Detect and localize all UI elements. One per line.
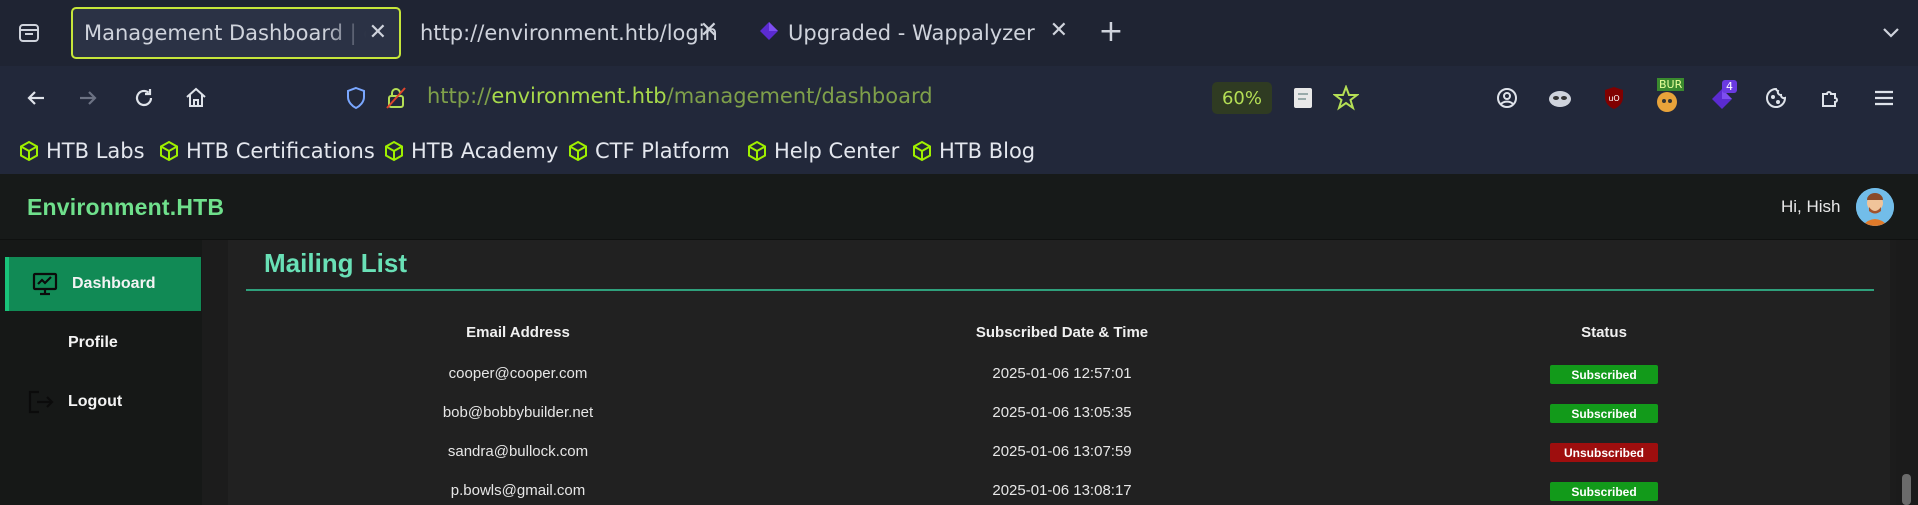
sidebar-item-logout[interactable]: Logout xyxy=(5,375,201,429)
insecure-lock-icon[interactable] xyxy=(385,86,407,114)
burp-badge: BUR xyxy=(1657,78,1685,91)
firefox-view-icon[interactable] xyxy=(14,18,44,48)
app-header: Environment.HTB Hi, Hish xyxy=(0,174,1918,240)
bookmark-htb-certifications[interactable]: HTB Certifications xyxy=(158,136,375,166)
tab-label: Management Dashboard | en xyxy=(84,21,366,45)
htb-cube-icon xyxy=(913,140,931,162)
url-text: http://environment.htb/management/dashbo… xyxy=(427,84,933,108)
sidebar-item-label: Logout xyxy=(68,393,123,410)
date-cell: 2025-01-06 13:08:17 xyxy=(992,482,1132,499)
tab-wappalyzer[interactable]: Upgraded - Wappalyzer ✕ xyxy=(750,7,1080,59)
close-tab-icon[interactable]: ✕ xyxy=(1050,19,1068,43)
tab-login[interactable]: http://environment.htb/login ✕ xyxy=(410,7,730,59)
url-path: /management/dashboard xyxy=(666,84,933,108)
date-cell: 2025-01-06 13:05:35 xyxy=(992,404,1132,421)
column-header-status: Status xyxy=(1581,324,1627,341)
bookmark-star-icon[interactable] xyxy=(1332,84,1360,115)
bookmarks-toolbar: HTB Labs HTB Certifications HTB Academy … xyxy=(0,130,1918,174)
htb-cube-icon xyxy=(20,140,38,162)
bookmark-label: HTB Labs xyxy=(46,139,145,163)
email-cell: bob@bobbybuilder.net xyxy=(442,404,594,421)
navigation-toolbar: http://environment.htb/management/dashbo… xyxy=(0,66,1918,130)
reader-view-icon[interactable] xyxy=(1292,86,1314,114)
extensions-puzzle-icon[interactable] xyxy=(1814,82,1846,114)
bookmark-label: HTB Academy xyxy=(411,139,559,163)
bookmark-htb-labs[interactable]: HTB Labs xyxy=(18,136,145,166)
bookmark-help-center[interactable]: Help Center xyxy=(746,136,899,166)
logout-icon xyxy=(27,389,55,415)
wappalyzer-extension-icon[interactable]: 4 xyxy=(1706,80,1738,114)
sidebar-item-dashboard[interactable]: Dashboard xyxy=(5,257,201,311)
htb-cube-icon xyxy=(160,140,178,162)
avatar[interactable] xyxy=(1856,188,1894,226)
title-divider xyxy=(246,289,1874,291)
column-header-email: Email Address xyxy=(466,324,570,341)
wappalyzer-count-badge: 4 xyxy=(1722,80,1737,93)
bookmark-label: HTB Blog xyxy=(939,139,1036,163)
close-tab-icon[interactable]: ✕ xyxy=(369,21,387,45)
home-icon[interactable] xyxy=(180,82,212,114)
close-tab-icon[interactable]: ✕ xyxy=(700,19,718,43)
scrollbar[interactable] xyxy=(1896,240,1918,505)
url-host: environment.htb xyxy=(491,84,667,108)
htb-cube-icon xyxy=(569,140,587,162)
account-icon[interactable] xyxy=(1491,82,1523,114)
wappalyzer-icon xyxy=(758,20,780,47)
bookmark-ctf-platform[interactable]: CTF Platform xyxy=(567,136,730,166)
brand-logo[interactable]: Environment.HTB xyxy=(27,194,224,221)
web-page: Environment.HTB Hi, Hish Dashboard Profi… xyxy=(0,174,1918,505)
zoom-indicator[interactable]: 60% xyxy=(1212,82,1272,114)
email-cell: cooper@cooper.com xyxy=(448,365,588,382)
tab-strip: Management Dashboard | en ✕ http://envir… xyxy=(0,0,1918,66)
status-badge: Unsubscribed xyxy=(1550,443,1658,462)
sidebar-item-label: Dashboard xyxy=(72,275,156,292)
chevron-down-icon[interactable] xyxy=(1878,20,1904,46)
sidebar-item-profile[interactable]: Profile xyxy=(5,316,201,370)
cookie-icon[interactable] xyxy=(1760,82,1792,114)
menu-icon[interactable] xyxy=(1868,82,1900,114)
back-icon[interactable] xyxy=(20,82,52,114)
tab-label: http://environment.htb/login xyxy=(420,21,718,45)
forward-icon[interactable] xyxy=(72,82,104,114)
tab-management-dashboard[interactable]: Management Dashboard | en ✕ xyxy=(71,7,401,59)
scrollbar-thumb[interactable] xyxy=(1902,474,1911,505)
bookmark-htb-academy[interactable]: HTB Academy xyxy=(383,136,558,166)
ublock-icon[interactable]: uO xyxy=(1598,82,1630,114)
url-prefix: http:// xyxy=(427,84,492,108)
svg-text:uO: uO xyxy=(1608,94,1619,103)
bookmark-label: CTF Platform xyxy=(595,139,730,163)
email-cell: sandra@bullock.com xyxy=(447,443,589,460)
date-cell: 2025-01-06 13:07:59 xyxy=(992,443,1132,460)
new-tab-button[interactable]: + xyxy=(1096,17,1126,48)
htb-cube-icon xyxy=(748,140,766,162)
bookmark-label: Help Center xyxy=(774,139,900,163)
column-header-date: Subscribed Date & Time xyxy=(975,324,1149,341)
reload-icon[interactable] xyxy=(128,82,160,114)
status-badge: Subscribed xyxy=(1550,482,1658,501)
date-cell: 2025-01-06 12:57:01 xyxy=(992,365,1132,382)
monitor-icon xyxy=(31,271,59,297)
status-badge: Subscribed xyxy=(1550,365,1658,384)
user-greeting: Hi, Hish xyxy=(1781,197,1841,216)
shield-icon[interactable] xyxy=(345,86,367,114)
burp-icon[interactable]: BUR xyxy=(1652,78,1685,114)
email-cell: p.bowls@gmail.com xyxy=(450,482,586,499)
htb-cube-icon xyxy=(385,140,403,162)
bookmark-label: HTB Certifications xyxy=(186,139,375,163)
bookmark-htb-blog[interactable]: HTB Blog xyxy=(911,136,1035,166)
extension-raccoon-icon[interactable] xyxy=(1544,82,1576,114)
status-badge: Subscribed xyxy=(1550,404,1658,423)
tab-label: Upgraded - Wappalyzer xyxy=(788,21,1035,45)
page-title: Mailing List xyxy=(264,248,407,278)
url-bar[interactable]: http://environment.htb/management/dashbo… xyxy=(335,76,1360,120)
main-content: Mailing List Email Address Subscribed Da… xyxy=(228,240,1890,505)
sidebar-item-label: Profile xyxy=(68,334,118,351)
sidebar: Dashboard Profile Logout xyxy=(0,240,202,505)
